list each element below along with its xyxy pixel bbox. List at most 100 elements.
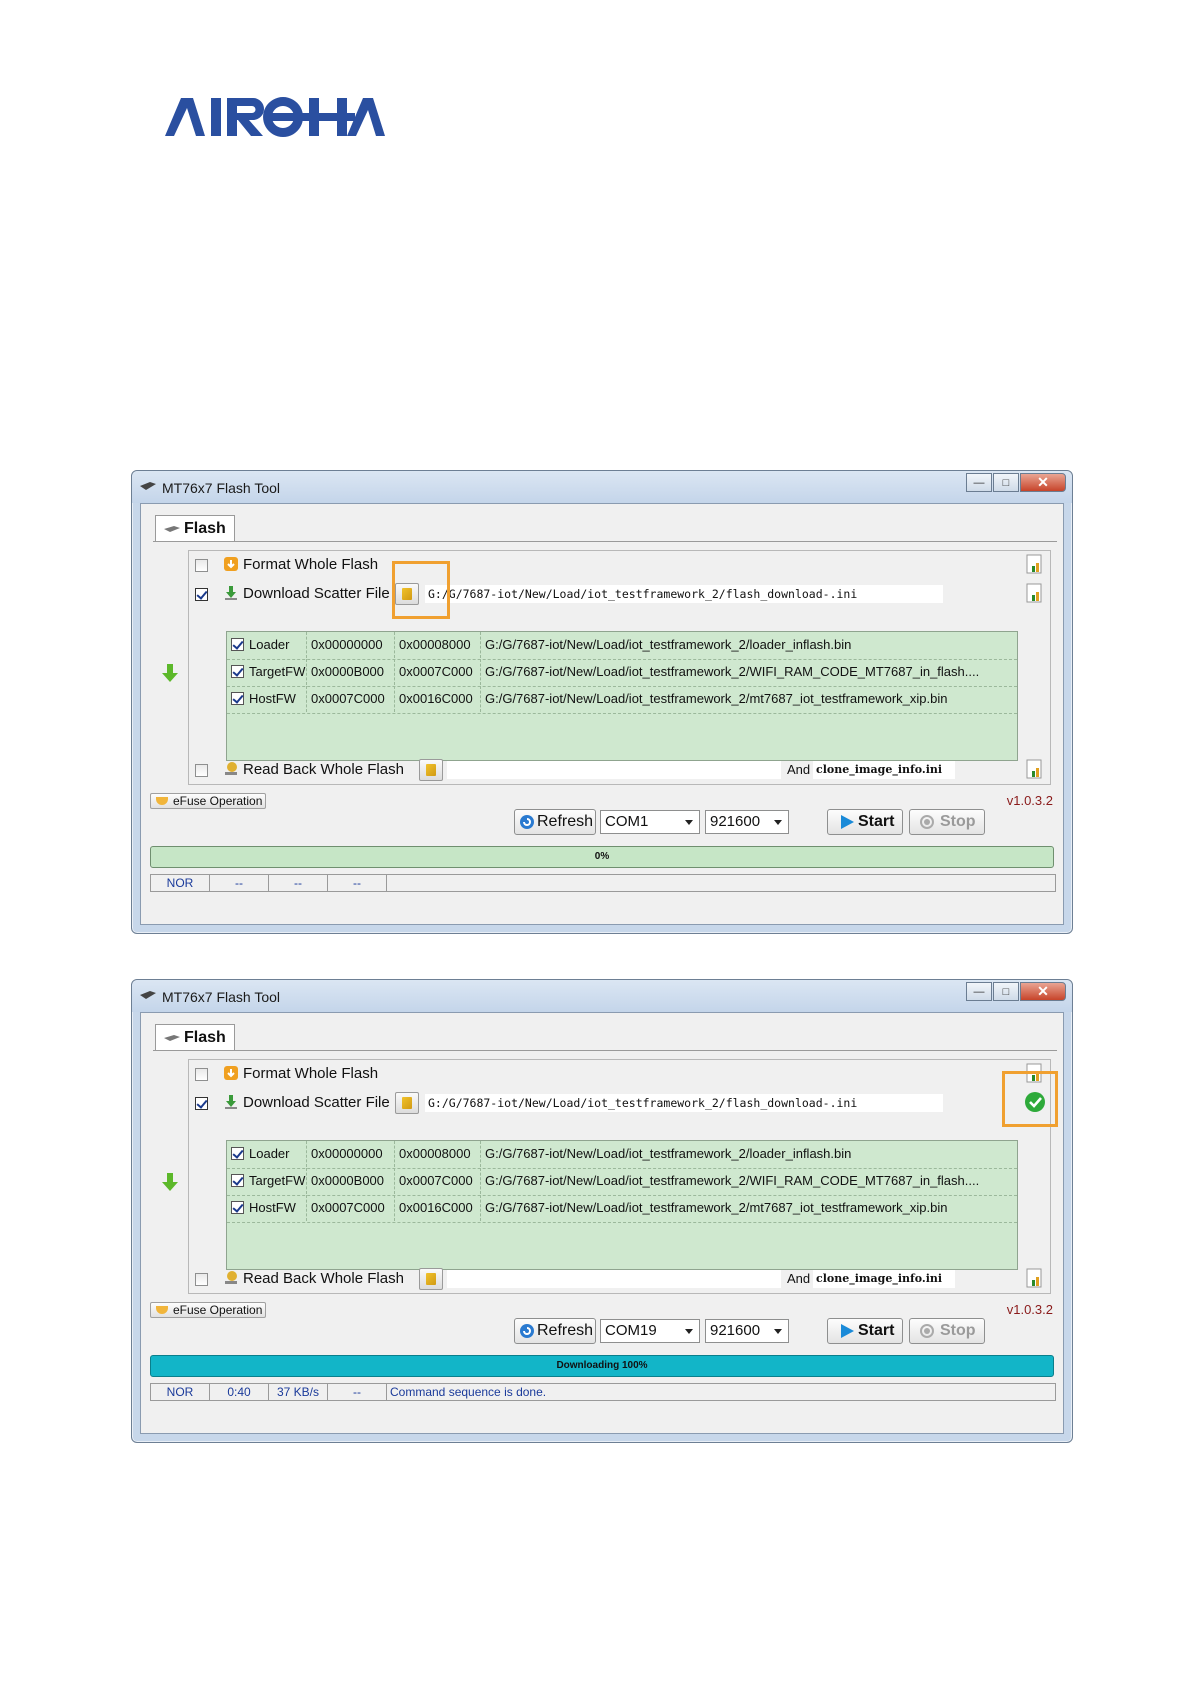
status-message [387,875,1055,891]
scatter-checkbox[interactable] [195,588,208,601]
row-end: 0x0016C000 [395,686,481,712]
play-icon [841,1324,854,1338]
readback-browse-button[interactable] [419,759,443,781]
readback-icon [225,762,237,775]
refresh-icon [520,815,534,829]
row-checkbox[interactable] [231,1174,244,1187]
flash-tool-window-1: MT76x7 Flash Tool — □ ✕ Flash Format Who… [131,470,1073,934]
stop-button[interactable]: Stop [909,809,985,835]
efuse-operation-button[interactable]: eFuse Operation [150,793,266,809]
download-icon [225,1095,237,1109]
refresh-button[interactable]: Refresh [514,1318,596,1344]
row-checkbox[interactable] [231,638,244,651]
table-row[interactable]: HostFW 0x0007C000 0x0016C000 G:/G/7687-i… [227,686,1017,714]
scatter-path-field[interactable]: G:/G/7687-iot/New/Load/iot_testframework… [425,1094,943,1112]
title-bar[interactable]: MT76x7 Flash Tool — □ ✕ [132,980,1072,1012]
partition-table: Loader 0x00000000 0x00008000 G:/G/7687-i… [226,631,1018,761]
row-checkbox[interactable] [231,1147,244,1160]
row-name: Loader [249,637,290,652]
readback-checkbox[interactable] [195,1273,208,1286]
table-row[interactable]: TargetFW 0x0000B000 0x0007C000 G:/G/7687… [227,659,1017,687]
row-end: 0x0007C000 [395,659,481,685]
table-row[interactable]: TargetFW 0x0000B000 0x0007C000 G:/G/7687… [227,1168,1017,1196]
scatter-info-icon[interactable] [1026,583,1044,603]
row-start: 0x0000B000 [307,659,395,685]
row-name: Loader [249,1146,290,1161]
efuse-operation-button[interactable]: eFuse Operation [150,1302,266,1318]
row-checkbox[interactable] [231,1201,244,1214]
close-button[interactable]: ✕ [1020,473,1066,492]
download-panel: Format Whole Flash Download Scatter File… [188,550,1051,785]
status-time: -- [210,875,269,891]
format-icon [224,1066,238,1080]
com-port-select[interactable]: COM19 [600,1319,700,1343]
flash-tab-icon [164,1035,180,1041]
row-path: G:/G/7687-iot/New/Load/iot_testframework… [485,637,852,652]
format-row: Format Whole Flash [189,1060,1050,1088]
com-port-select[interactable]: COM1 [600,810,700,834]
maximize-button[interactable]: □ [993,473,1019,492]
status-bar: NOR 0:40 37 KB/s -- Command sequence is … [150,1383,1056,1401]
format-row: Format Whole Flash [189,551,1050,579]
start-button[interactable]: Start [827,809,903,835]
readback-path-field[interactable] [447,1270,781,1288]
close-button[interactable]: ✕ [1020,982,1066,1001]
readback-file-field[interactable]: clone_image_info.ini [813,761,955,779]
app-icon [140,991,156,999]
tab-flash[interactable]: Flash [155,515,235,541]
readback-checkbox[interactable] [195,764,208,777]
row-path: G:/G/7687-iot/New/Load/iot_testframework… [485,691,948,706]
format-checkbox[interactable] [195,1068,208,1081]
scatter-browse-button[interactable] [395,1092,419,1114]
table-row[interactable]: Loader 0x00000000 0x00008000 G:/G/7687-i… [227,1141,1017,1169]
scatter-path-field[interactable]: G:/G/7687-iot/New/Load/iot_testframework… [425,585,943,603]
tab-flash-label: Flash [184,1029,226,1046]
minimize-button[interactable]: — [966,473,992,492]
status-extra: -- [328,875,387,891]
row-end: 0x0007C000 [395,1168,481,1194]
format-icon [224,557,238,571]
status-bar: NOR -- -- -- [150,874,1056,892]
readback-label: Read Back Whole Flash [243,1270,404,1287]
row-start: 0x0007C000 [307,1195,395,1221]
status-speed: 37 KB/s [269,1384,328,1400]
row-path: G:/G/7687-iot/New/Load/iot_testframework… [485,1146,852,1161]
row-checkbox[interactable] [231,665,244,678]
readback-row: Read Back Whole Flash And clone_image_in… [189,1265,1050,1293]
row-name: TargetFW [249,664,306,679]
table-row[interactable]: Loader 0x00000000 0x00008000 G:/G/7687-i… [227,632,1017,660]
maximize-button[interactable]: □ [993,982,1019,1001]
baud-rate-select[interactable]: 921600 [705,1319,789,1343]
app-icon [140,482,156,490]
readback-file-field[interactable]: clone_image_info.ini [813,1270,955,1288]
row-name: HostFW [249,691,296,706]
stop-label: Stop [940,813,976,830]
stop-button[interactable]: Stop [909,1318,985,1344]
row-start: 0x00000000 [307,1141,395,1167]
row-checkbox[interactable] [231,692,244,705]
readback-info-icon[interactable] [1026,1268,1044,1288]
tab-flash[interactable]: Flash [155,1024,235,1050]
readback-browse-button[interactable] [419,1268,443,1290]
refresh-button[interactable]: Refresh [514,809,596,835]
scatter-checkbox[interactable] [195,1097,208,1110]
and-label: And [787,1271,811,1286]
and-label: And [787,762,811,777]
readback-path-field[interactable] [447,761,781,779]
play-icon [841,815,854,829]
start-button[interactable]: Start [827,1318,903,1344]
format-info-icon[interactable] [1026,554,1044,574]
format-checkbox[interactable] [195,559,208,572]
row-start: 0x0007C000 [307,686,395,712]
tab-flash-label: Flash [184,520,226,537]
title-bar[interactable]: MT76x7 Flash Tool — □ ✕ [132,471,1072,503]
readback-info-icon[interactable] [1026,759,1044,779]
table-row[interactable]: HostFW 0x0007C000 0x0016C000 G:/G/7687-i… [227,1195,1017,1223]
status-flash-type: NOR [151,875,210,891]
start-label: Start [858,813,895,830]
status-extra: -- [328,1384,387,1400]
minimize-button[interactable]: — [966,982,992,1001]
version-label: v1.0.3.2 [1006,1302,1053,1317]
flash-tool-window-2: MT76x7 Flash Tool — □ ✕ Flash Format Who… [131,979,1073,1443]
baud-rate-select[interactable]: 921600 [705,810,789,834]
